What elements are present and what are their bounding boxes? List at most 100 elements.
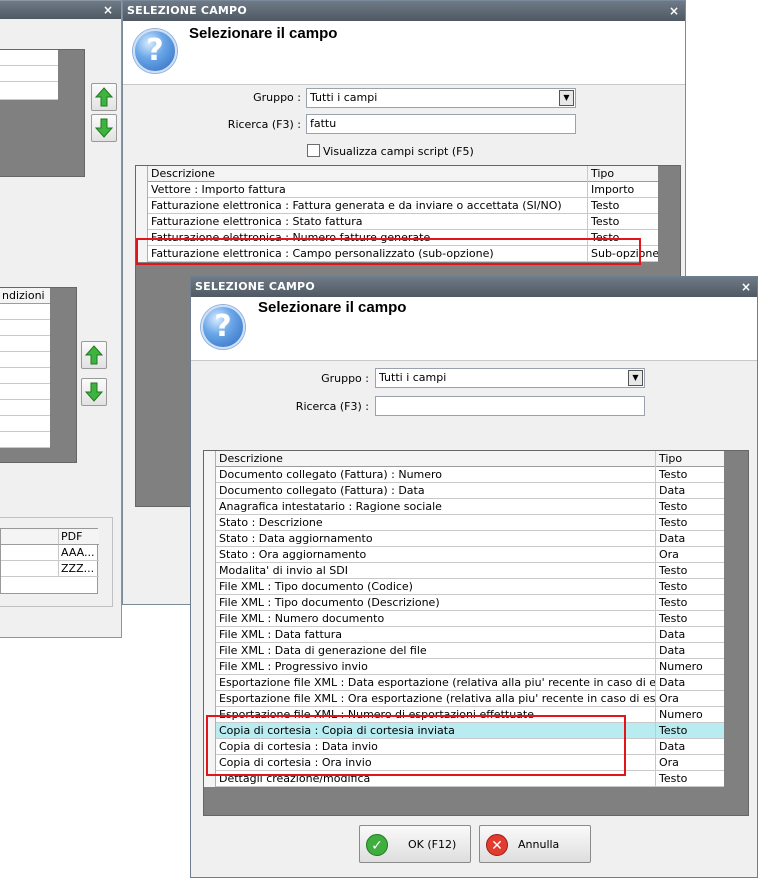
table-row[interactable]: Documento collegato (Fattura) : Numero Te… (204, 467, 724, 483)
move-up-button-2[interactable] (81, 341, 107, 369)
tipo-cell: Testo (659, 500, 688, 513)
table-row[interactable]: Anagrafica intestatario : Ragione social… (204, 499, 724, 515)
highlight-box-dialog-1 (136, 238, 641, 265)
table-row[interactable]: Esportazione file XML : Data esportazion… (204, 675, 724, 691)
row-indicator (136, 182, 148, 198)
descrizione-cell: Stato : Data aggiornamento (216, 531, 656, 547)
tipo-cell: Testo (659, 468, 688, 481)
ricerca-input[interactable] (375, 396, 645, 416)
cancel-button-label: Annulla (ESC) (518, 838, 560, 877)
row-indicator (204, 531, 216, 547)
table-row[interactable]: File XML : Numero documento Testo (204, 611, 724, 627)
descrizione-cell: Fatturazione elettronica : Stato fattura (148, 214, 588, 230)
row-indicator (204, 483, 216, 499)
table-row[interactable]: File XML : Data di generazione del file D… (204, 643, 724, 659)
descrizione-cell: Esportazione file XML : Ora esportazione… (216, 691, 656, 707)
descrizione-cell: Fatturazione elettronica : Fattura gener… (148, 198, 588, 214)
row-indicator (204, 467, 216, 483)
close-icon[interactable]: × (741, 277, 751, 297)
tipo-cell: Ora (659, 692, 679, 705)
close-icon[interactable]: × (669, 1, 679, 21)
row-indicator (204, 563, 216, 579)
table-row[interactable]: Fatturazione elettronica : Stato fattura… (136, 214, 658, 230)
tipo-cell: Importo (591, 183, 635, 196)
descrizione-cell: Documento collegato (Fattura) : Numero (216, 467, 656, 483)
table-row[interactable]: File XML : Data fattura Data (204, 627, 724, 643)
tipo-cell: Data (659, 532, 686, 545)
pdf-cell: AAA... (59, 545, 99, 561)
ok-button-label: OK (F12) (408, 838, 457, 851)
chevron-down-icon[interactable]: ▼ (628, 370, 643, 386)
tipo-cell: Testo (659, 564, 688, 577)
descrizione-cell: Stato : Ora aggiornamento (216, 547, 656, 563)
gruppo-select[interactable]: Tutti i campi ▼ (375, 368, 645, 388)
table-row[interactable]: Fatturazione elettronica : Fattura gener… (136, 198, 658, 214)
table-row[interactable]: Modalita' di invio al SDI Testo (204, 563, 724, 579)
descrizione-cell: Vettore : Importo fattura (148, 182, 588, 198)
script-fields-checkbox[interactable] (307, 144, 320, 157)
chevron-down-icon[interactable]: ▼ (559, 90, 574, 106)
gruppo-label: Gruppo : (253, 91, 301, 104)
table-row[interactable]: File XML : Tipo documento (Codice) Testo (204, 579, 724, 595)
tipo-cell: Numero (659, 708, 703, 721)
row-indicator (136, 198, 148, 214)
descrizione-cell: File XML : Numero documento (216, 611, 656, 627)
background-table-top (0, 49, 85, 177)
check-icon: ✓ (366, 834, 388, 856)
arrow-down-icon (85, 382, 103, 402)
table-row[interactable]: Stato : Ora aggiornamento Ora (204, 547, 724, 563)
table-row[interactable]: Stato : Descrizione Testo (204, 515, 724, 531)
column-header-descrizione[interactable]: Descrizione (148, 166, 588, 182)
tipo-cell: Ora (659, 548, 679, 561)
tipo-cell: Testo (659, 580, 688, 593)
selezione-campo-dialog-2: SELEZIONE CAMPO × ? Selezionare il campo… (190, 276, 758, 878)
tipo-cell: Data (659, 484, 686, 497)
help-icon: ? (133, 29, 177, 73)
background-table-bottom: PDF AAA... ZZZ... (0, 517, 113, 607)
row-indicator (204, 611, 216, 627)
column-header-descrizione[interactable]: Descrizione (216, 451, 656, 467)
tipo-cell: Testo (659, 772, 688, 785)
close-circle-icon: ✕ (486, 834, 508, 856)
move-up-button[interactable] (91, 83, 117, 111)
dialog-1-heading: Selezionare il campo (189, 25, 338, 42)
table-row[interactable]: Documento collegato (Fattura) : Data Data (204, 483, 724, 499)
ricerca-input[interactable]: fattu (306, 114, 576, 134)
cancel-button[interactable]: ✕ Annulla (ESC) (479, 825, 591, 877)
gruppo-select[interactable]: Tutti i campi ▼ (306, 88, 576, 108)
background-window: × ndizioni PDF AAA... ZZZ... (0, 0, 122, 638)
ok-button[interactable]: ✓ OK (F12) (359, 825, 471, 863)
table-row[interactable]: Esportazione file XML : Ora esportazione… (204, 691, 724, 707)
grid-header-row: Descrizione Tipo (136, 166, 658, 182)
column-header-tipo[interactable]: Tipo (588, 166, 658, 182)
tipo-cell: Data (659, 740, 686, 753)
close-icon[interactable]: × (103, 1, 113, 19)
row-indicator (204, 659, 216, 675)
tipo-cell: Numero (659, 660, 703, 673)
pdf-cell: ZZZ... (59, 561, 99, 577)
gruppo-select-value: Tutti i campi (310, 91, 378, 104)
move-down-button-2[interactable] (81, 378, 107, 406)
row-indicator (204, 675, 216, 691)
table-row[interactable]: Stato : Data aggiornamento Data (204, 531, 724, 547)
row-indicator (204, 691, 216, 707)
dialog-2-titlebar: SELEZIONE CAMPO (191, 277, 757, 297)
descrizione-cell: Documento collegato (Fattura) : Data (216, 483, 656, 499)
table-row[interactable]: Vettore : Importo fattura Importo (136, 182, 658, 198)
move-down-button[interactable] (91, 114, 117, 142)
descrizione-cell: File XML : Tipo documento (Codice) (216, 579, 656, 595)
row-indicator (204, 595, 216, 611)
gruppo-label: Gruppo : (321, 372, 369, 385)
tipo-cell: Testo (659, 596, 688, 609)
background-table-middle-header: ndizioni (0, 288, 50, 304)
arrow-up-icon (95, 87, 113, 107)
table-row[interactable]: File XML : Progressivo invio Numero (204, 659, 724, 675)
row-indicator (204, 643, 216, 659)
table-row[interactable]: File XML : Tipo documento (Descrizione) T… (204, 595, 724, 611)
background-table-middle: ndizioni (0, 287, 77, 463)
gruppo-select-value: Tutti i campi (379, 371, 447, 384)
descrizione-cell: File XML : Data di generazione del file (216, 643, 656, 659)
tipo-cell: Testo (659, 612, 688, 625)
column-header-tipo[interactable]: Tipo (656, 451, 724, 467)
tipo-cell: Testo (659, 724, 688, 737)
